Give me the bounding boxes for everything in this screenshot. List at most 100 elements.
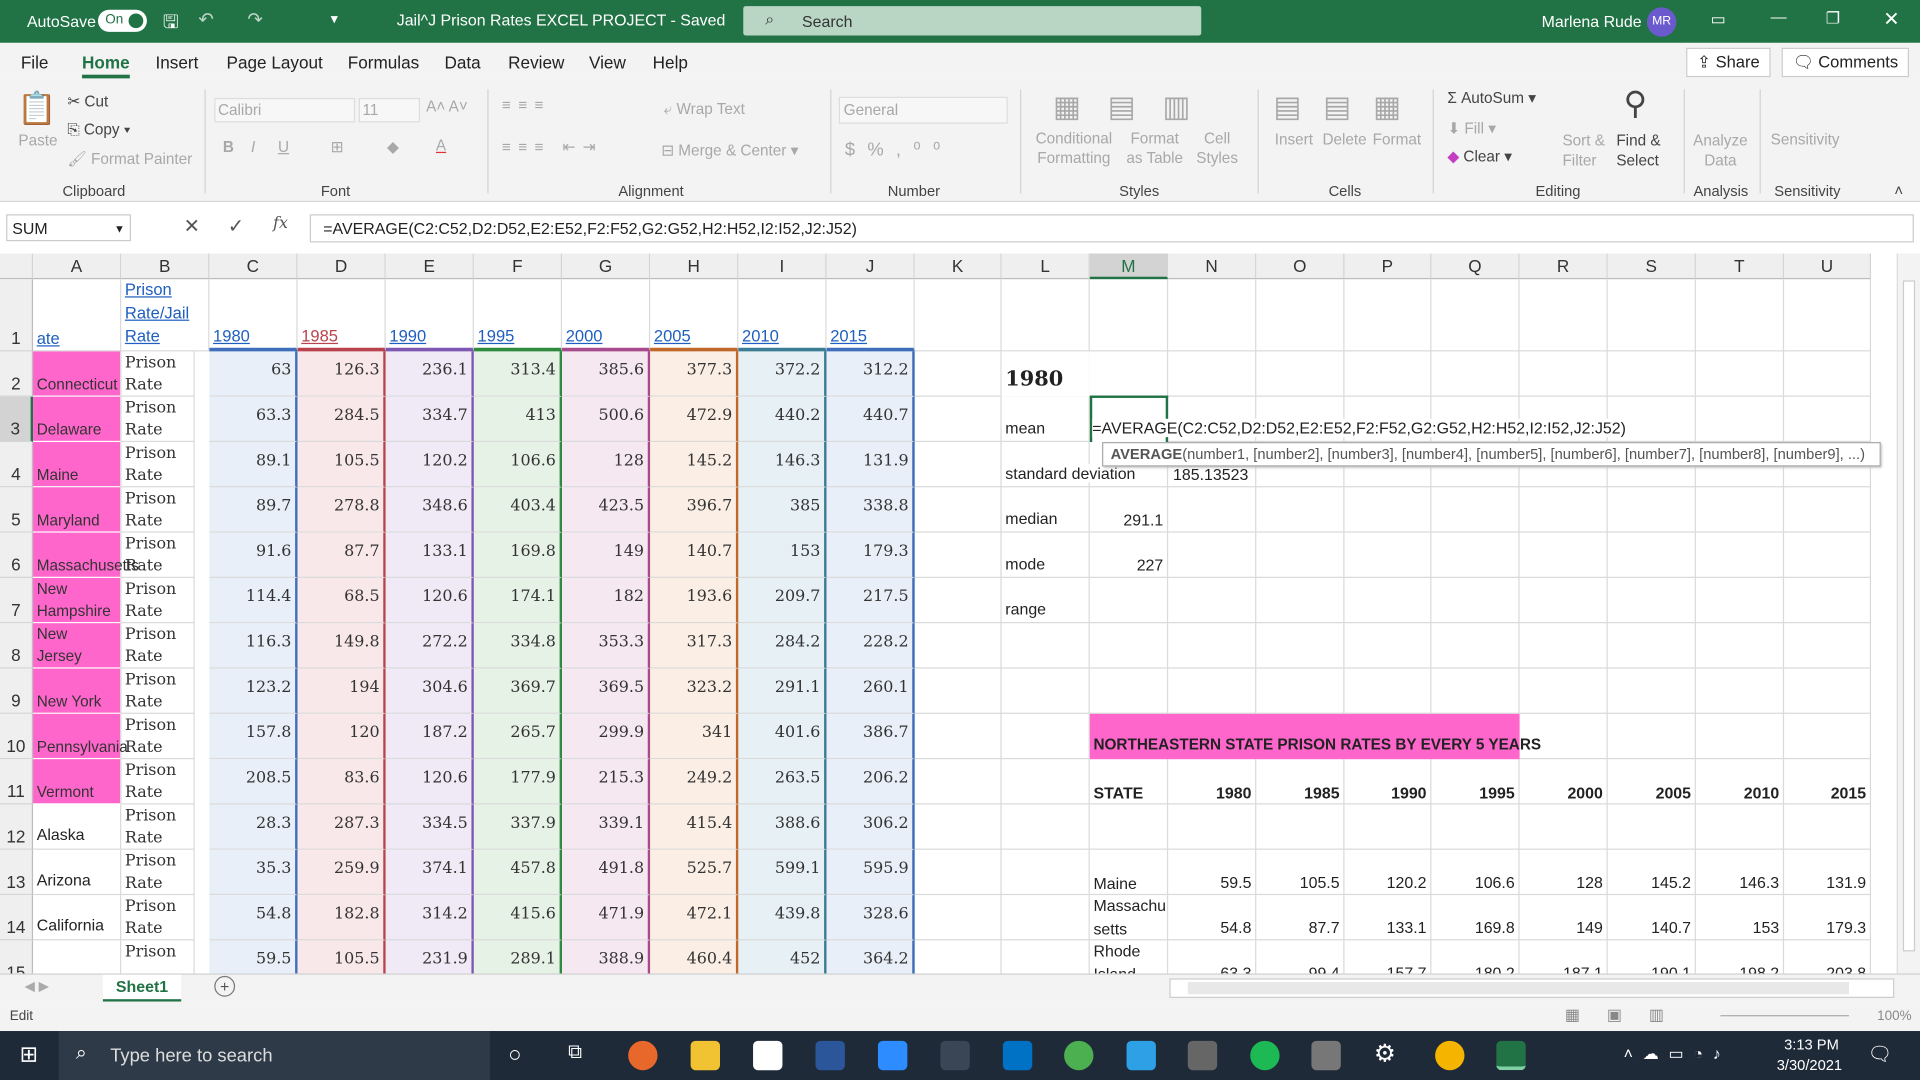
autosum-button[interactable]: Σ AutoSum ▾ (1447, 88, 1536, 106)
cell[interactable] (1431, 668, 1520, 714)
amazon-icon[interactable] (753, 1040, 783, 1071)
cell[interactable] (914, 532, 1002, 578)
sheet-tab-sheet1[interactable]: Sheet1 (102, 974, 182, 1002)
cell[interactable] (915, 940, 1002, 974)
tab-data[interactable]: Data (444, 53, 480, 73)
cell[interactable] (914, 804, 1002, 850)
tab-view[interactable]: View (589, 53, 626, 73)
paste-button[interactable]: Paste (18, 132, 57, 149)
close-icon[interactable]: ✕ (1883, 7, 1899, 31)
cell[interactable] (1001, 713, 1090, 760)
cell[interactable] (914, 351, 1002, 397)
cell[interactable] (1607, 279, 1696, 352)
collapse-ribbon-icon[interactable]: ˄ (1894, 182, 1903, 199)
vertical-scrollbar[interactable] (1896, 253, 1920, 974)
cell[interactable] (1089, 351, 1169, 397)
column-header-l[interactable]: L (1001, 253, 1090, 280)
cell[interactable] (1607, 668, 1696, 714)
clear-button[interactable]: ◆ Clear ▾ (1447, 147, 1512, 165)
cell[interactable] (1431, 279, 1520, 352)
cell-styles-button[interactable]: Cell Styles (1190, 129, 1244, 168)
number-format-select[interactable]: General (838, 96, 1008, 124)
value-cell[interactable]: 133.1 (385, 532, 474, 578)
state-cell[interactable]: Delaware (33, 396, 122, 443)
header-year[interactable]: 2010 (738, 279, 827, 352)
cell[interactable] (1168, 623, 1257, 669)
row-header[interactable]: 6 (0, 532, 34, 578)
value-cell[interactable]: 415.6 (473, 895, 563, 941)
type-cell[interactable]: Prison Rate (121, 487, 195, 533)
format-cells-button[interactable]: Format (1373, 131, 1421, 148)
value-cell[interactable]: 369.7 (473, 668, 563, 714)
select-all-corner[interactable] (0, 253, 34, 280)
value-cell[interactable]: 374.1 (385, 849, 474, 896)
value-cell[interactable]: 231.9 (385, 940, 474, 974)
firefox-icon[interactable] (628, 1040, 658, 1071)
cell[interactable] (1431, 623, 1520, 669)
tab-review[interactable]: Review (508, 53, 564, 73)
value-cell[interactable]: 179.3 (826, 532, 915, 578)
value-cell[interactable]: 87.7 (297, 532, 386, 578)
sensitivity-button[interactable]: Sensitivity (1771, 131, 1840, 148)
row-header[interactable]: 8 (0, 623, 34, 669)
cell[interactable] (1256, 623, 1345, 669)
snip-icon[interactable] (940, 1040, 970, 1071)
column-header-c[interactable]: C (209, 253, 298, 280)
header-year[interactable]: 1985 (297, 279, 386, 352)
value-cell[interactable]: 377.3 (650, 351, 739, 397)
cell[interactable] (1519, 577, 1608, 624)
value-cell[interactable]: 403.4 (473, 487, 563, 533)
format-painter-button[interactable]: 🖌 Format Painter (67, 151, 192, 169)
cell[interactable] (1256, 804, 1345, 850)
tab-file[interactable]: File (21, 53, 49, 73)
spreadsheet-grid[interactable]: A B C D E F G H I J K L M N O P Q R S T U 1 2 3 4 5 6 7 8 9 10 11 12 13 14… (0, 253, 1897, 974)
cell[interactable] (1607, 623, 1696, 669)
cell[interactable] (1001, 279, 1090, 352)
cell[interactable] (1784, 713, 1872, 760)
cortana-icon[interactable]: ○ (508, 1042, 521, 1068)
row-header[interactable]: 2 (0, 351, 34, 397)
cell[interactable] (1001, 849, 1090, 896)
cell[interactable] (1089, 279, 1169, 352)
header-type[interactable]: Prison Rate/Jail Rate (121, 279, 210, 352)
cell[interactable] (1607, 351, 1696, 397)
cell[interactable] (1519, 279, 1608, 352)
value-cell[interactable]: 385.6 (562, 351, 651, 397)
row-header[interactable]: 5 (0, 487, 34, 533)
phone-icon[interactable] (1126, 1040, 1156, 1071)
cell[interactable] (1784, 487, 1872, 533)
settings-icon[interactable]: ⚙ (1374, 1038, 1396, 1069)
state-cell[interactable]: Massachusetts (33, 532, 139, 578)
header-year[interactable]: 2000 (562, 279, 651, 352)
state-cell[interactable]: California (33, 895, 122, 941)
clock-date[interactable]: 3/30/2021 (1777, 1057, 1842, 1074)
type-cell[interactable]: Prison Rate (121, 442, 195, 488)
fill-button[interactable]: ⬇ Fill ▾ (1447, 119, 1496, 137)
value-cell[interactable]: 396.7 (650, 487, 739, 533)
minimize-icon[interactable]: — (1771, 7, 1787, 25)
value-cell[interactable]: 145.2 (650, 442, 739, 488)
cell[interactable] (1519, 532, 1608, 578)
value-cell[interactable]: 439.8 (738, 895, 827, 941)
value-cell[interactable]: 209.7 (738, 577, 827, 624)
file-explorer-icon[interactable] (690, 1040, 721, 1071)
state-cell[interactable]: Alaska (33, 804, 122, 850)
clock-time[interactable]: 3:13 PM (1784, 1036, 1839, 1053)
value-cell[interactable]: 353.3 (562, 623, 651, 669)
conditional-formatting-button[interactable]: Conditional Formatting (1035, 129, 1113, 168)
paste-icon[interactable]: 📋 (17, 89, 57, 127)
cell[interactable] (1001, 895, 1090, 941)
column-header-t[interactable]: T (1695, 253, 1785, 280)
column-header-o[interactable]: O (1256, 253, 1345, 280)
type-cell[interactable]: Prison Rate (121, 849, 195, 896)
mean-formula-cell[interactable]: =AVERAGE(C2:C52,D2:D52,E2:E52,F2:F52,G2:… (1092, 418, 1631, 438)
column-header-e[interactable]: E (385, 253, 474, 280)
value-cell[interactable]: 265.7 (473, 713, 563, 760)
cancel-icon[interactable]: ✕ (184, 214, 200, 238)
value-cell[interactable]: 369.5 (562, 668, 651, 714)
avatar[interactable]: MR (1646, 7, 1677, 37)
value-cell[interactable]: 471.9 (562, 895, 651, 941)
cell[interactable] (1695, 532, 1785, 578)
value-cell[interactable]: 35.3 (209, 849, 298, 896)
header-state[interactable]: ate (33, 279, 122, 352)
